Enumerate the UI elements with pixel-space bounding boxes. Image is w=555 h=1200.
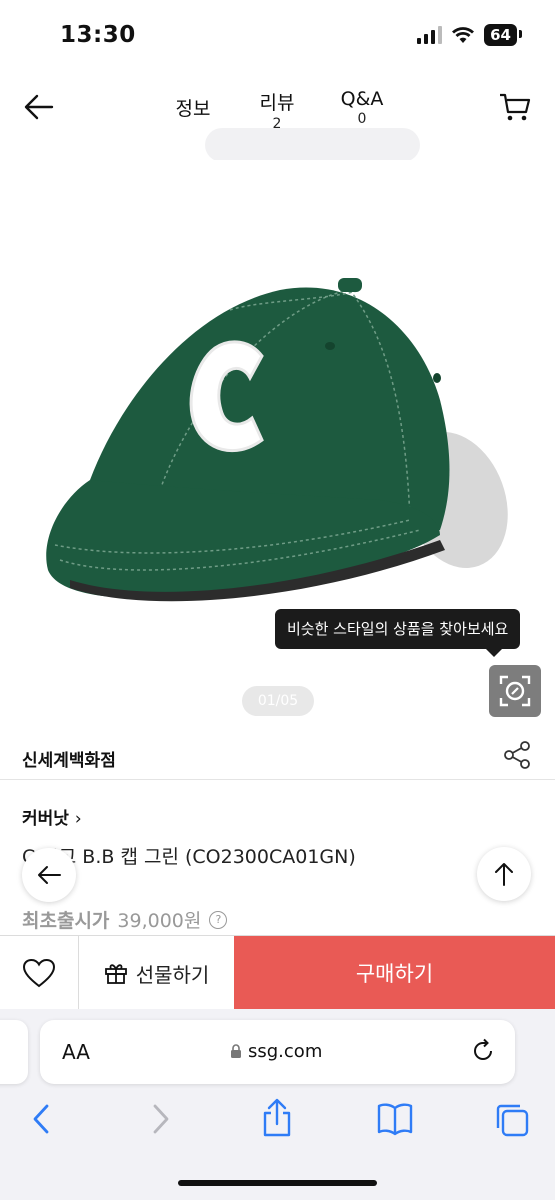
brand-name: 커버낫	[22, 809, 69, 829]
lock-icon	[231, 1044, 241, 1058]
back-button[interactable]	[22, 90, 56, 128]
arrow-up-icon	[495, 863, 513, 886]
floating-back-button[interactable]	[22, 848, 76, 902]
price-label: 최초출시가	[22, 910, 110, 932]
chevron-left-icon	[33, 1104, 49, 1134]
browser-share-button[interactable]	[261, 1098, 293, 1142]
tab-info-label: 정보	[175, 98, 211, 120]
purchase-bar: 선물하기 구매하기	[0, 935, 555, 1010]
share-button[interactable]	[503, 740, 531, 774]
status-time: 13:30	[60, 22, 136, 48]
wishlist-button[interactable]	[0, 936, 79, 1010]
gift-icon	[104, 964, 127, 984]
share-icon	[504, 741, 530, 769]
arrow-left-icon	[24, 94, 54, 120]
share-up-icon	[263, 1098, 291, 1137]
search-bar-peek	[205, 128, 420, 162]
gift-label: 선물하기	[135, 962, 210, 987]
cart-icon	[500, 93, 531, 121]
browser-forward-button[interactable]	[150, 1102, 172, 1140]
tabs-icon	[496, 1104, 529, 1137]
tabs-button[interactable]	[494, 1102, 530, 1142]
url-text: ssg.com	[248, 1041, 323, 1062]
divider	[0, 779, 555, 780]
chevron-right-icon: ›	[74, 809, 82, 829]
url-display[interactable]: ssg.com	[230, 1041, 322, 1062]
chevron-right-icon	[153, 1104, 169, 1134]
image-search-button[interactable]	[489, 665, 541, 717]
help-icon[interactable]: ?	[209, 910, 228, 929]
gift-button[interactable]: 선물하기	[79, 936, 234, 1010]
tab-qna-count: 0	[357, 111, 367, 127]
wifi-icon	[452, 27, 475, 43]
status-icons: 64	[417, 24, 522, 46]
reload-button[interactable]	[470, 1038, 496, 1068]
heart-icon	[22, 958, 56, 988]
scroll-top-button[interactable]	[477, 847, 531, 901]
cart-button[interactable]	[499, 92, 531, 126]
tab-qna[interactable]: Q&A 0	[336, 88, 388, 127]
tab-qna-label: Q&A	[340, 88, 384, 110]
store-name[interactable]: 신세계백화점	[22, 746, 116, 771]
buy-button[interactable]: 구매하기	[234, 936, 555, 1010]
price-value: 39,000원	[117, 910, 202, 932]
cellular-signal-icon	[417, 26, 443, 44]
book-icon	[377, 1103, 413, 1136]
tab-review-label: 리뷰	[259, 92, 295, 114]
browser-back-button[interactable]	[30, 1102, 52, 1140]
price-row: 최초출시가 39,000원 ?	[22, 906, 228, 933]
tab-info[interactable]: 정보	[170, 88, 216, 121]
previous-tab-peek[interactable]	[0, 1020, 28, 1084]
tab-review[interactable]: 리뷰 2	[254, 88, 300, 132]
reader-settings-button[interactable]: AA	[62, 1040, 90, 1064]
arrow-left-icon	[38, 866, 61, 884]
brand-link[interactable]: 커버낫 ›	[22, 804, 82, 829]
home-indicator	[178, 1180, 377, 1186]
reload-icon	[474, 1038, 492, 1060]
battery-indicator: 64	[484, 24, 522, 46]
similar-style-tooltip: 비슷한 스타일의 상품을 찾아보세요	[275, 609, 521, 657]
bookmarks-button[interactable]	[376, 1102, 414, 1140]
lens-search-icon	[499, 675, 531, 707]
image-pager: 01/05	[242, 686, 314, 716]
